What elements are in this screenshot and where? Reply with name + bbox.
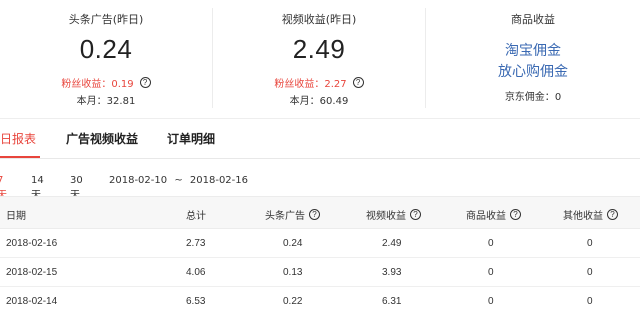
cell-video: 2.49 — [382, 238, 402, 249]
cell-ad: 0.24 — [283, 238, 303, 249]
cell-other: 0 — [587, 296, 593, 307]
table-row: 2018-02-16 2.73 0.24 2.49 0 0 — [0, 229, 640, 258]
month-income-value: 60.49 — [319, 96, 349, 107]
cell-video: 3.93 — [382, 267, 402, 278]
end-date: 2018-02-16 — [189, 175, 249, 186]
fans-income-label: 粉丝收益： — [274, 79, 325, 90]
fangxingou-commission-link[interactable]: 放心购佣金 — [426, 61, 640, 81]
cell-date: 2018-02-15 — [6, 267, 58, 278]
month-income-value: 32.81 — [106, 96, 136, 107]
cell-total: 4.06 — [186, 267, 206, 278]
card-value: 0.24 — [79, 34, 133, 64]
table-header: 日期 总计 头条广告? 视频收益? 商品收益? 其他收益? — [0, 196, 640, 229]
tab-order-details[interactable]: 订单明细 — [167, 130, 215, 147]
col-header-date: 日期 — [6, 211, 26, 222]
cell-video: 6.31 — [382, 296, 402, 307]
active-tab-indicator — [0, 156, 40, 158]
cell-ad: 0.22 — [283, 296, 303, 307]
help-icon[interactable]: ? — [410, 209, 421, 220]
cell-ad: 0.13 — [283, 267, 303, 278]
cell-date: 2018-02-16 — [6, 238, 58, 249]
card-value: 2.49 — [292, 34, 346, 64]
col-header-other: 其他收益? — [563, 207, 618, 222]
fans-income: 粉丝收益：2.27 ? — [213, 75, 425, 90]
col-header-total: 总计 — [186, 211, 206, 222]
cell-total: 6.53 — [186, 296, 206, 307]
help-icon[interactable]: ? — [510, 209, 521, 220]
tab-ad-video-income[interactable]: 广告视频收益 — [66, 130, 138, 147]
table-row: 2018-02-14 6.53 0.22 6.31 0 0 — [0, 287, 640, 312]
jd-commission: 京东佣金：0 — [426, 88, 640, 103]
summary-cards: 头条广告(昨日) 0.24 粉丝收益：0.19 ? 本月：32.81 视频收益(… — [0, 0, 640, 118]
fans-income-value: 0.19 — [111, 79, 134, 90]
month-income: 本月：60.49 — [213, 92, 425, 107]
fans-income-label: 粉丝收益： — [61, 79, 112, 90]
start-date: 2018-02-10 — [109, 175, 168, 186]
card-title: 商品收益 — [511, 13, 555, 26]
help-icon[interactable]: ? — [139, 77, 151, 88]
cell-goods: 0 — [488, 296, 494, 307]
fans-income: 粉丝收益：0.19 ? — [0, 75, 212, 90]
cell-other: 0 — [587, 267, 593, 278]
cell-goods: 0 — [488, 238, 494, 249]
card-title: 视频收益(昨日) — [281, 13, 357, 26]
col-header-ad: 头条广告? — [265, 207, 320, 222]
col-header-goods: 商品收益? — [466, 207, 521, 222]
cell-total: 2.73 — [186, 238, 206, 249]
video-income-card: 视频收益(昨日) 2.49 粉丝收益：2.27 ? 本月：60.49 — [213, 8, 426, 108]
tab-daily-report[interactable]: 日报表 — [0, 130, 36, 147]
ad-income-card: 头条广告(昨日) 0.24 粉丝收益：0.19 ? 本月：32.81 — [0, 8, 213, 108]
table-row: 2018-02-15 4.06 0.13 3.93 0 0 — [0, 258, 640, 287]
date-range-picker[interactable]: 2018-02-10 ~ 2018-02-16 — [109, 175, 248, 186]
help-icon[interactable]: ? — [352, 77, 364, 88]
taobao-commission-link[interactable]: 淘宝佣金 — [426, 40, 640, 60]
cell-date: 2018-02-14 — [6, 296, 58, 307]
date-separator: ~ — [174, 175, 183, 186]
month-income: 本月：32.81 — [0, 92, 212, 107]
cell-other: 0 — [587, 238, 593, 249]
help-icon[interactable]: ? — [607, 209, 618, 220]
goods-income-card: 商品收益 淘宝佣金 放心购佣金 京东佣金：0 — [426, 0, 640, 118]
col-header-video: 视频收益? — [366, 207, 421, 222]
fans-income-value: 2.27 — [324, 79, 347, 90]
cell-goods: 0 — [488, 267, 494, 278]
month-income-label: 本月： — [289, 96, 320, 107]
card-title: 头条广告(昨日) — [68, 13, 144, 26]
report-tabs: 日报表 广告视频收益 订单明细 — [0, 119, 640, 159]
jd-commission-value: 0 — [554, 92, 562, 103]
month-income-label: 本月： — [76, 96, 107, 107]
help-icon[interactable]: ? — [309, 209, 320, 220]
jd-commission-label: 京东佣金： — [504, 92, 555, 103]
